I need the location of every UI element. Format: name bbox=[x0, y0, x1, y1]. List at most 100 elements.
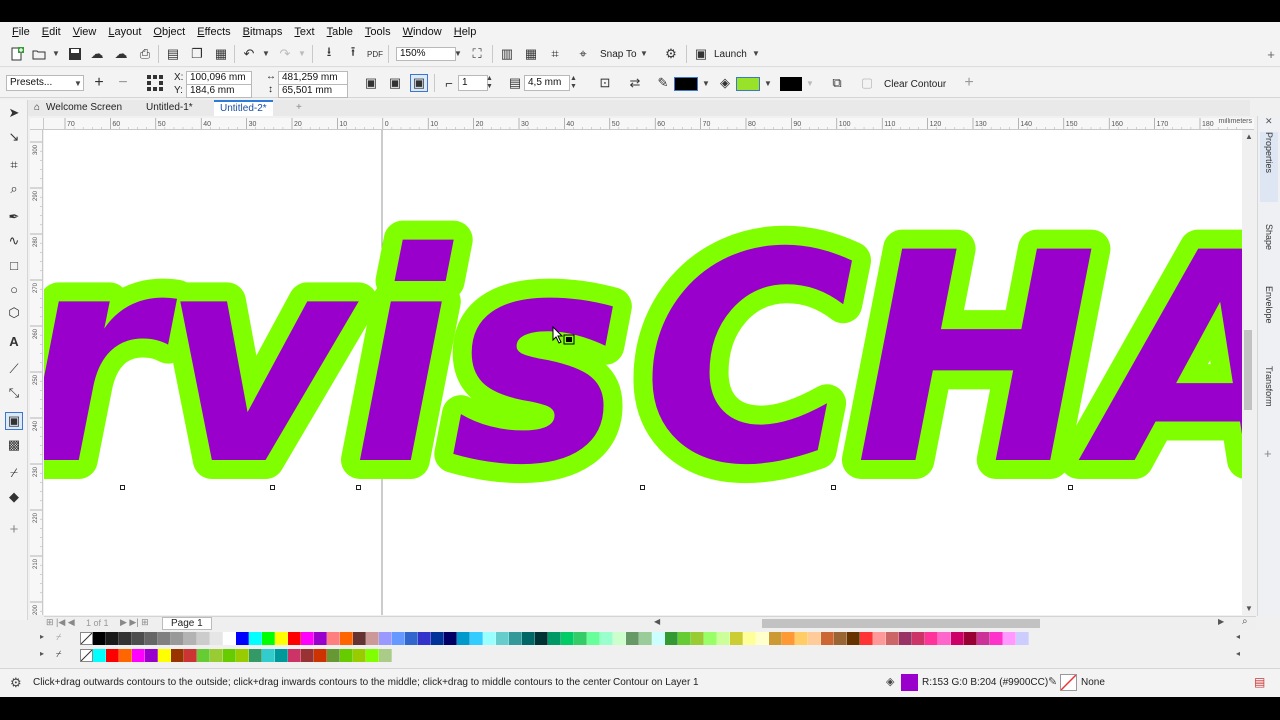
fill-color-swatch[interactable] bbox=[736, 77, 760, 91]
text-tool-icon[interactable]: A bbox=[5, 332, 23, 350]
vertical-scrollbar[interactable]: ▲ ▼ bbox=[1242, 130, 1254, 615]
color-proof-icon[interactable]: ▤ bbox=[1254, 675, 1265, 689]
outside-contour-icon[interactable]: ▣ bbox=[410, 74, 428, 92]
scroll-left-icon[interactable]: ◀ bbox=[654, 617, 660, 626]
page-tab[interactable]: Page 1 bbox=[162, 617, 212, 630]
menu-bitmaps[interactable]: Bitmaps bbox=[237, 26, 289, 38]
height-field[interactable]: 65,501 mm bbox=[278, 84, 348, 98]
palette-swatch[interactable] bbox=[730, 632, 743, 645]
cloud-download-icon[interactable]: ☁ bbox=[112, 45, 130, 63]
redo-dropdown-icon[interactable]: ▼ bbox=[298, 49, 306, 58]
menu-table[interactable]: Table bbox=[321, 26, 359, 38]
snap-to-dropdown-icon[interactable]: ▼ bbox=[640, 49, 648, 58]
add-property-icon[interactable]: + bbox=[960, 74, 978, 92]
tab-untitled-2[interactable]: Untitled-2* bbox=[214, 100, 273, 116]
cloud-upload-icon[interactable]: ☁ bbox=[88, 45, 106, 63]
docker-tab-shape[interactable]: Shape bbox=[1260, 224, 1278, 274]
drawing-canvas[interactable]: rvis rvis CHA CHA bbox=[44, 130, 1242, 615]
palette-swatch[interactable] bbox=[340, 649, 353, 662]
palette-swatch[interactable] bbox=[873, 632, 886, 645]
palette-swatch[interactable] bbox=[847, 632, 860, 645]
palette-swatch[interactable] bbox=[600, 632, 613, 645]
palette-swatch[interactable] bbox=[301, 632, 314, 645]
offset-spinner-down-icon[interactable]: ▼ bbox=[570, 83, 577, 90]
palette-swatch[interactable] bbox=[93, 632, 106, 645]
polygon-tool-icon[interactable]: ⬡ bbox=[5, 304, 23, 322]
palette-swatch[interactable] bbox=[405, 632, 418, 645]
palette-swatch[interactable] bbox=[938, 632, 951, 645]
palette-swatch[interactable] bbox=[912, 632, 925, 645]
ruler-origin[interactable] bbox=[30, 118, 44, 130]
palette-swatch[interactable] bbox=[483, 632, 496, 645]
scroll-right-icon[interactable]: ▶ bbox=[1218, 617, 1224, 626]
fill-color-dropdown-icon[interactable]: ▼ bbox=[764, 79, 772, 88]
docker-tab-envelope[interactable]: Envelope bbox=[1260, 286, 1278, 346]
menu-tools[interactable]: Tools bbox=[359, 26, 397, 38]
palette-swatch[interactable] bbox=[236, 632, 249, 645]
palette-scroll-right-icon[interactable]: ◂ bbox=[1236, 649, 1240, 658]
palette-swatch[interactable] bbox=[522, 632, 535, 645]
x-position-field[interactable]: 100,096 mm bbox=[186, 71, 252, 85]
palette-swatch[interactable] bbox=[145, 632, 158, 645]
palette-swatch[interactable] bbox=[691, 632, 704, 645]
outline-color-swatch[interactable] bbox=[674, 77, 698, 91]
palette-swatch[interactable] bbox=[795, 632, 808, 645]
docker-tab-properties[interactable]: Properties bbox=[1260, 132, 1278, 202]
cut-icon[interactable]: ▤ bbox=[164, 45, 182, 63]
palette-swatch[interactable] bbox=[717, 632, 730, 645]
zoom-dropdown-icon[interactable]: ▼ bbox=[454, 49, 462, 58]
ellipse-tool-icon[interactable]: ○ bbox=[5, 280, 23, 298]
horizontal-ruler[interactable]: 70 60 50 40 30 20 10 0 10 20 30 40 50 60 70 80 90 100 110 1… bbox=[44, 118, 1254, 130]
palette-swatch[interactable] bbox=[327, 649, 340, 662]
palette-swatch[interactable] bbox=[990, 632, 1003, 645]
text-left[interactable]: rvis bbox=[44, 192, 623, 529]
palette-swatch[interactable] bbox=[574, 632, 587, 645]
palette-swatch[interactable] bbox=[119, 649, 132, 662]
palette-swatch[interactable] bbox=[808, 632, 821, 645]
palette-swatch[interactable] bbox=[899, 632, 912, 645]
palette-swatch[interactable] bbox=[210, 632, 223, 645]
snap-to-icon[interactable]: ⌖ bbox=[574, 45, 592, 63]
palette-swatch[interactable] bbox=[561, 632, 574, 645]
menu-window[interactable]: Window bbox=[397, 26, 448, 38]
print-icon[interactable]: ⎙ bbox=[136, 45, 154, 63]
contour-color-swatch[interactable] bbox=[780, 77, 802, 91]
artistic-media-tool-icon[interactable]: ∿ bbox=[5, 232, 23, 250]
launch-label[interactable]: Launch bbox=[714, 49, 747, 60]
palette-swatch[interactable] bbox=[834, 632, 847, 645]
menu-view[interactable]: View bbox=[67, 26, 103, 38]
show-guidelines-icon[interactable]: ⌗ bbox=[546, 45, 564, 63]
palette-swatch[interactable] bbox=[769, 632, 782, 645]
status-fill-swatch[interactable] bbox=[901, 674, 918, 691]
palette-swatch[interactable] bbox=[548, 632, 561, 645]
palette-scroll-left-icon[interactable]: ▸ bbox=[40, 632, 44, 641]
add-preset-icon[interactable]: + bbox=[90, 74, 108, 92]
palette-swatch[interactable] bbox=[314, 649, 327, 662]
save-icon[interactable] bbox=[66, 45, 84, 63]
palette-swatch[interactable] bbox=[132, 649, 145, 662]
palette-swatch[interactable] bbox=[158, 649, 171, 662]
rectangle-tool-icon[interactable]: □ bbox=[5, 256, 23, 274]
palette-scroll-right-icon[interactable]: ◂ bbox=[1236, 632, 1240, 641]
palette-swatch[interactable] bbox=[379, 632, 392, 645]
add-tool-icon[interactable]: + bbox=[5, 520, 23, 538]
palette-swatch[interactable] bbox=[340, 632, 353, 645]
interactive-fill-tool-icon[interactable]: ◆ bbox=[5, 488, 23, 506]
palette-eyedropper-icon[interactable]: ⌿ bbox=[56, 649, 61, 660]
palette-swatch[interactable] bbox=[197, 649, 210, 662]
import-icon[interactable]: ⭳ bbox=[320, 44, 338, 63]
show-rulers-icon[interactable]: ▥ bbox=[498, 45, 516, 63]
palette-swatch[interactable] bbox=[171, 632, 184, 645]
palette-swatch[interactable] bbox=[951, 632, 964, 645]
palette-swatch[interactable] bbox=[171, 649, 184, 662]
palette-swatch[interactable] bbox=[366, 649, 379, 662]
steps-spinner-up-icon[interactable]: ▲ bbox=[486, 75, 493, 82]
open-folder-icon[interactable] bbox=[30, 45, 48, 63]
horizontal-scroll-thumb[interactable] bbox=[762, 619, 1040, 628]
contour-color-dropdown-icon[interactable]: ▼ bbox=[806, 79, 814, 88]
eyedropper-tool-icon[interactable]: ⌿ bbox=[5, 464, 23, 482]
palette-swatch[interactable] bbox=[964, 632, 977, 645]
undo-icon[interactable]: ↶ bbox=[240, 45, 258, 63]
redo-icon[interactable]: ↷ bbox=[276, 45, 294, 63]
clear-contour-icon[interactable]: ▢ bbox=[858, 74, 876, 92]
